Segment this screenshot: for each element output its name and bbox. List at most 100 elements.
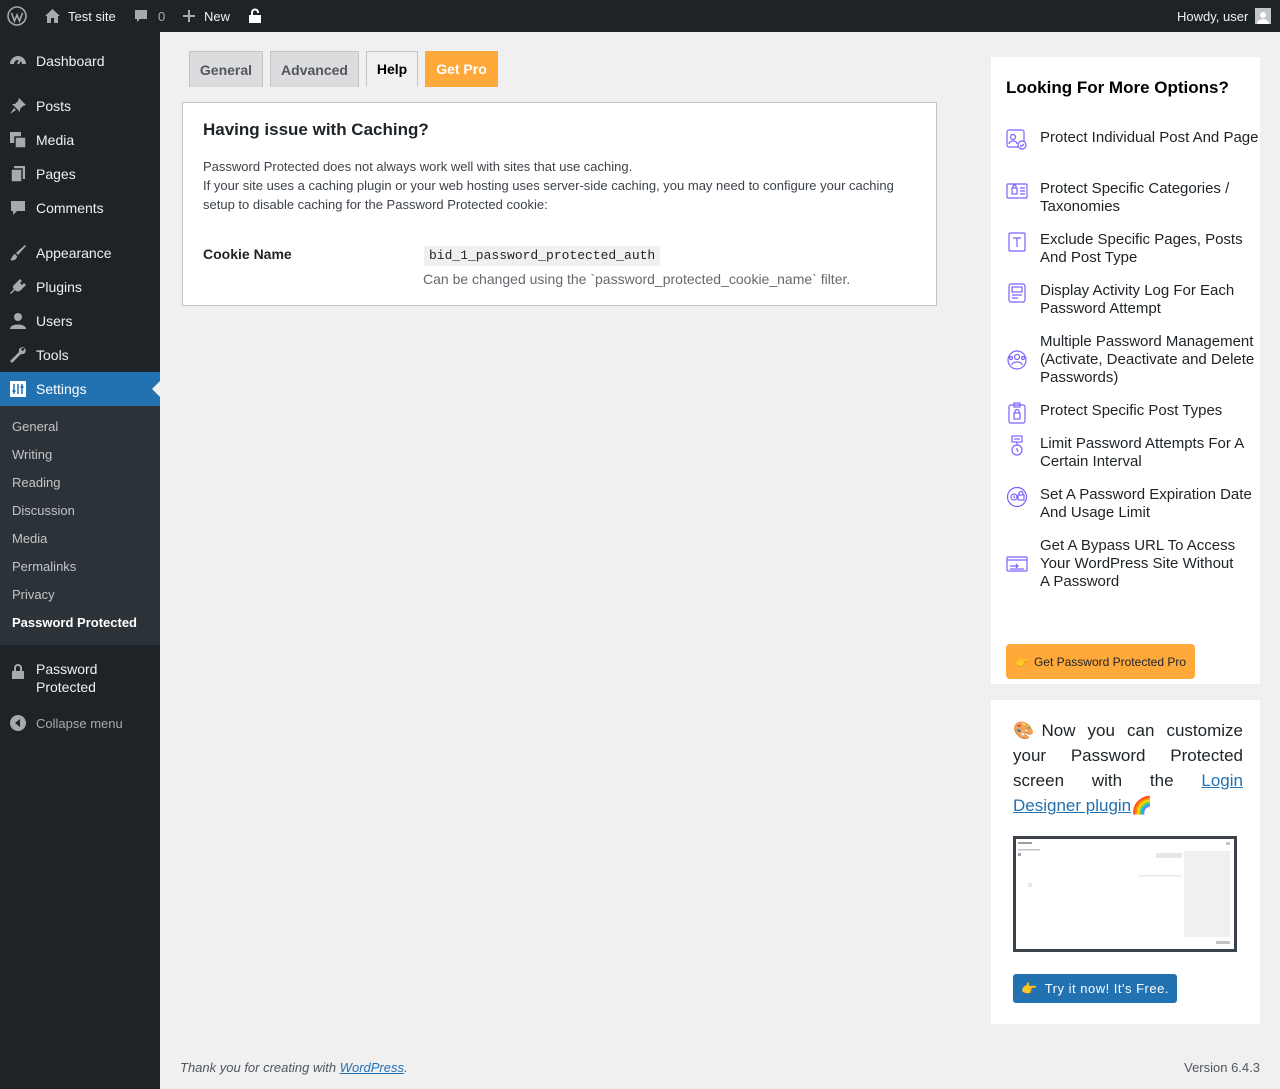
user-account-link[interactable]: Howdy, user bbox=[1177, 0, 1272, 32]
site-name-link[interactable]: Test site bbox=[44, 0, 116, 32]
feature-text: Limit Password Attempts For A Certain In… bbox=[1040, 435, 1244, 470]
collapse-menu-button[interactable]: Collapse menu bbox=[0, 706, 160, 740]
new-label: New bbox=[204, 8, 231, 24]
feature-item: Protect Specific Post Types bbox=[1006, 402, 1260, 424]
feature-item: Multiple Password Management (Activate, … bbox=[1006, 333, 1260, 387]
collapse-label: Collapse menu bbox=[36, 715, 123, 731]
comment-icon bbox=[0, 199, 36, 217]
cookie-name-description: Can be changed using the `password_prote… bbox=[423, 271, 851, 287]
tab-get-pro[interactable]: Get Pro bbox=[425, 51, 498, 87]
try-it-now-button[interactable]: 👉 Try it now! It's Free. bbox=[1013, 974, 1177, 1003]
brush-icon bbox=[0, 244, 36, 262]
new-content-link[interactable]: New bbox=[182, 0, 230, 32]
get-pro-button[interactable]: 👉 Get Password Protected Pro bbox=[1006, 644, 1195, 679]
tab-help[interactable]: Help bbox=[366, 51, 418, 87]
submenu-privacy[interactable]: Privacy bbox=[12, 587, 55, 602]
exclude-pages-icon bbox=[1006, 231, 1040, 267]
settings-submenu: General Writing Reading Discussion Media… bbox=[0, 406, 160, 645]
lock-icon[interactable] bbox=[248, 0, 262, 32]
submenu-writing[interactable]: Writing bbox=[12, 447, 52, 462]
wrench-icon bbox=[0, 346, 36, 364]
user-icon bbox=[0, 312, 36, 330]
sidebar-item-tools[interactable]: Tools bbox=[0, 338, 160, 372]
footer-thanks-text: Thank you for creating with bbox=[180, 1060, 340, 1075]
plug-icon bbox=[0, 278, 36, 296]
submenu-reading[interactable]: Reading bbox=[12, 475, 60, 490]
sidebar-item-dashboard[interactable]: Dashboard bbox=[0, 44, 160, 78]
help-card: Having issue with Caching? Password Prot… bbox=[182, 102, 937, 306]
dashboard-icon bbox=[0, 52, 36, 70]
feature-text: Protect Individual Post And Page bbox=[1040, 129, 1259, 146]
feature-text: Exclude Specific Pages, Posts And Post T… bbox=[1040, 231, 1243, 266]
pin-icon bbox=[0, 97, 36, 115]
feature-text: Protect Specific Post Types bbox=[1040, 402, 1223, 419]
sidebar-item-label: Media bbox=[36, 132, 75, 148]
media-icon bbox=[0, 131, 36, 149]
feature-text: Display Activity Log For Each Password A… bbox=[1040, 282, 1235, 317]
help-line-2: If your site uses a caching plugin or yo… bbox=[203, 178, 894, 212]
sidebar-item-label: Dashboard bbox=[36, 53, 105, 69]
sidebar-item-label: Settings bbox=[36, 381, 87, 397]
submenu-password-protected[interactable]: Password Protected bbox=[12, 615, 137, 630]
wordpress-logo-icon[interactable] bbox=[7, 0, 27, 32]
home-icon bbox=[44, 8, 61, 24]
admin-sidebar: Dashboard Posts Media Pages Comments App… bbox=[0, 32, 160, 1089]
sidebar-item-label: Plugins bbox=[36, 279, 82, 295]
pages-icon bbox=[0, 165, 36, 183]
post-types-icon bbox=[1006, 402, 1040, 424]
submenu-general[interactable]: General bbox=[12, 419, 58, 434]
greeting: Howdy, user bbox=[1177, 8, 1249, 24]
avatar bbox=[1255, 8, 1272, 24]
sidebar-item-pages[interactable]: Pages bbox=[0, 157, 160, 191]
tab-advanced[interactable]: Advanced bbox=[270, 51, 359, 87]
help-line-1: Password Protected does not always work … bbox=[203, 159, 633, 174]
submenu-media[interactable]: Media bbox=[12, 531, 47, 546]
help-description: Password Protected does not always work … bbox=[203, 157, 913, 214]
sidebar-item-label: Comments bbox=[36, 200, 104, 216]
comments-link[interactable]: 0 bbox=[133, 0, 165, 32]
sidebar-item-label: Users bbox=[36, 313, 73, 329]
individual-post-icon bbox=[1006, 129, 1040, 151]
sidebar-item-appearance[interactable]: Appearance bbox=[0, 236, 160, 270]
footer-version: Version 6.4.3 bbox=[1184, 1060, 1260, 1075]
tab-general[interactable]: General bbox=[189, 51, 263, 87]
sidebar-item-users[interactable]: Users bbox=[0, 304, 160, 338]
comments-count: 0 bbox=[158, 8, 166, 24]
designer-promo-text: 🎨Now you can customize your Password Pro… bbox=[1013, 718, 1243, 818]
pro-box-title: Looking For More Options? bbox=[1006, 78, 1229, 97]
feature-text: Protect Specific Categories / Taxonomies bbox=[1040, 180, 1230, 215]
lock-icon bbox=[0, 660, 36, 680]
feature-item: Set A Password Expiration Date And Usage… bbox=[1006, 486, 1260, 522]
get-pro-label: Get Password Protected Pro bbox=[1033, 654, 1187, 669]
wordpress-link[interactable]: WordPress bbox=[340, 1060, 404, 1075]
feature-item: Limit Password Attempts For A Certain In… bbox=[1006, 435, 1260, 471]
sidebar-item-posts[interactable]: Posts bbox=[0, 89, 160, 123]
feature-item: Protect Individual Post And Page bbox=[1006, 129, 1260, 151]
feature-text: Set A Password Expiration Date And Usage… bbox=[1040, 486, 1252, 521]
feature-item: Protect Specific Categories / Taxonomies bbox=[1006, 180, 1260, 216]
footer-thanks: Thank you for creating with WordPress. bbox=[180, 1060, 408, 1075]
feature-text: Multiple Password Management (Activate, … bbox=[1040, 333, 1255, 386]
sidebar-item-label: Password Protected bbox=[36, 661, 98, 695]
sidebar-item-comments[interactable]: Comments bbox=[0, 191, 160, 225]
expiration-date-icon bbox=[1006, 486, 1040, 522]
sidebar-item-settings[interactable]: Settings bbox=[0, 372, 160, 406]
sidebar-item-password-protected[interactable]: Password Protected bbox=[0, 660, 160, 704]
feature-item: Get A Bypass URL To Access Your WordPres… bbox=[1006, 537, 1260, 591]
login-designer-preview-image bbox=[1013, 836, 1237, 952]
comment-bubble-icon bbox=[133, 8, 149, 24]
feature-item: Display Activity Log For Each Password A… bbox=[1006, 282, 1260, 318]
submenu-discussion[interactable]: Discussion bbox=[12, 503, 75, 518]
sidebar-item-label: Pages bbox=[36, 166, 76, 182]
collapse-arrow-icon bbox=[0, 715, 36, 731]
admin-bar: Test site 0 New Howdy, user bbox=[0, 0, 1280, 32]
pointing-hand-icon: 👉 bbox=[1021, 980, 1038, 996]
sidebar-item-plugins[interactable]: Plugins bbox=[0, 270, 160, 304]
feature-text: Get A Bypass URL To Access Your WordPres… bbox=[1040, 537, 1245, 591]
rainbow-icon: 🌈 bbox=[1131, 796, 1153, 815]
multi-password-icon bbox=[1006, 333, 1040, 387]
activity-log-icon bbox=[1006, 282, 1040, 318]
sidebar-item-media[interactable]: Media bbox=[0, 123, 160, 157]
submenu-permalinks[interactable]: Permalinks bbox=[12, 559, 76, 574]
sidebar-item-label: Tools bbox=[36, 347, 69, 363]
